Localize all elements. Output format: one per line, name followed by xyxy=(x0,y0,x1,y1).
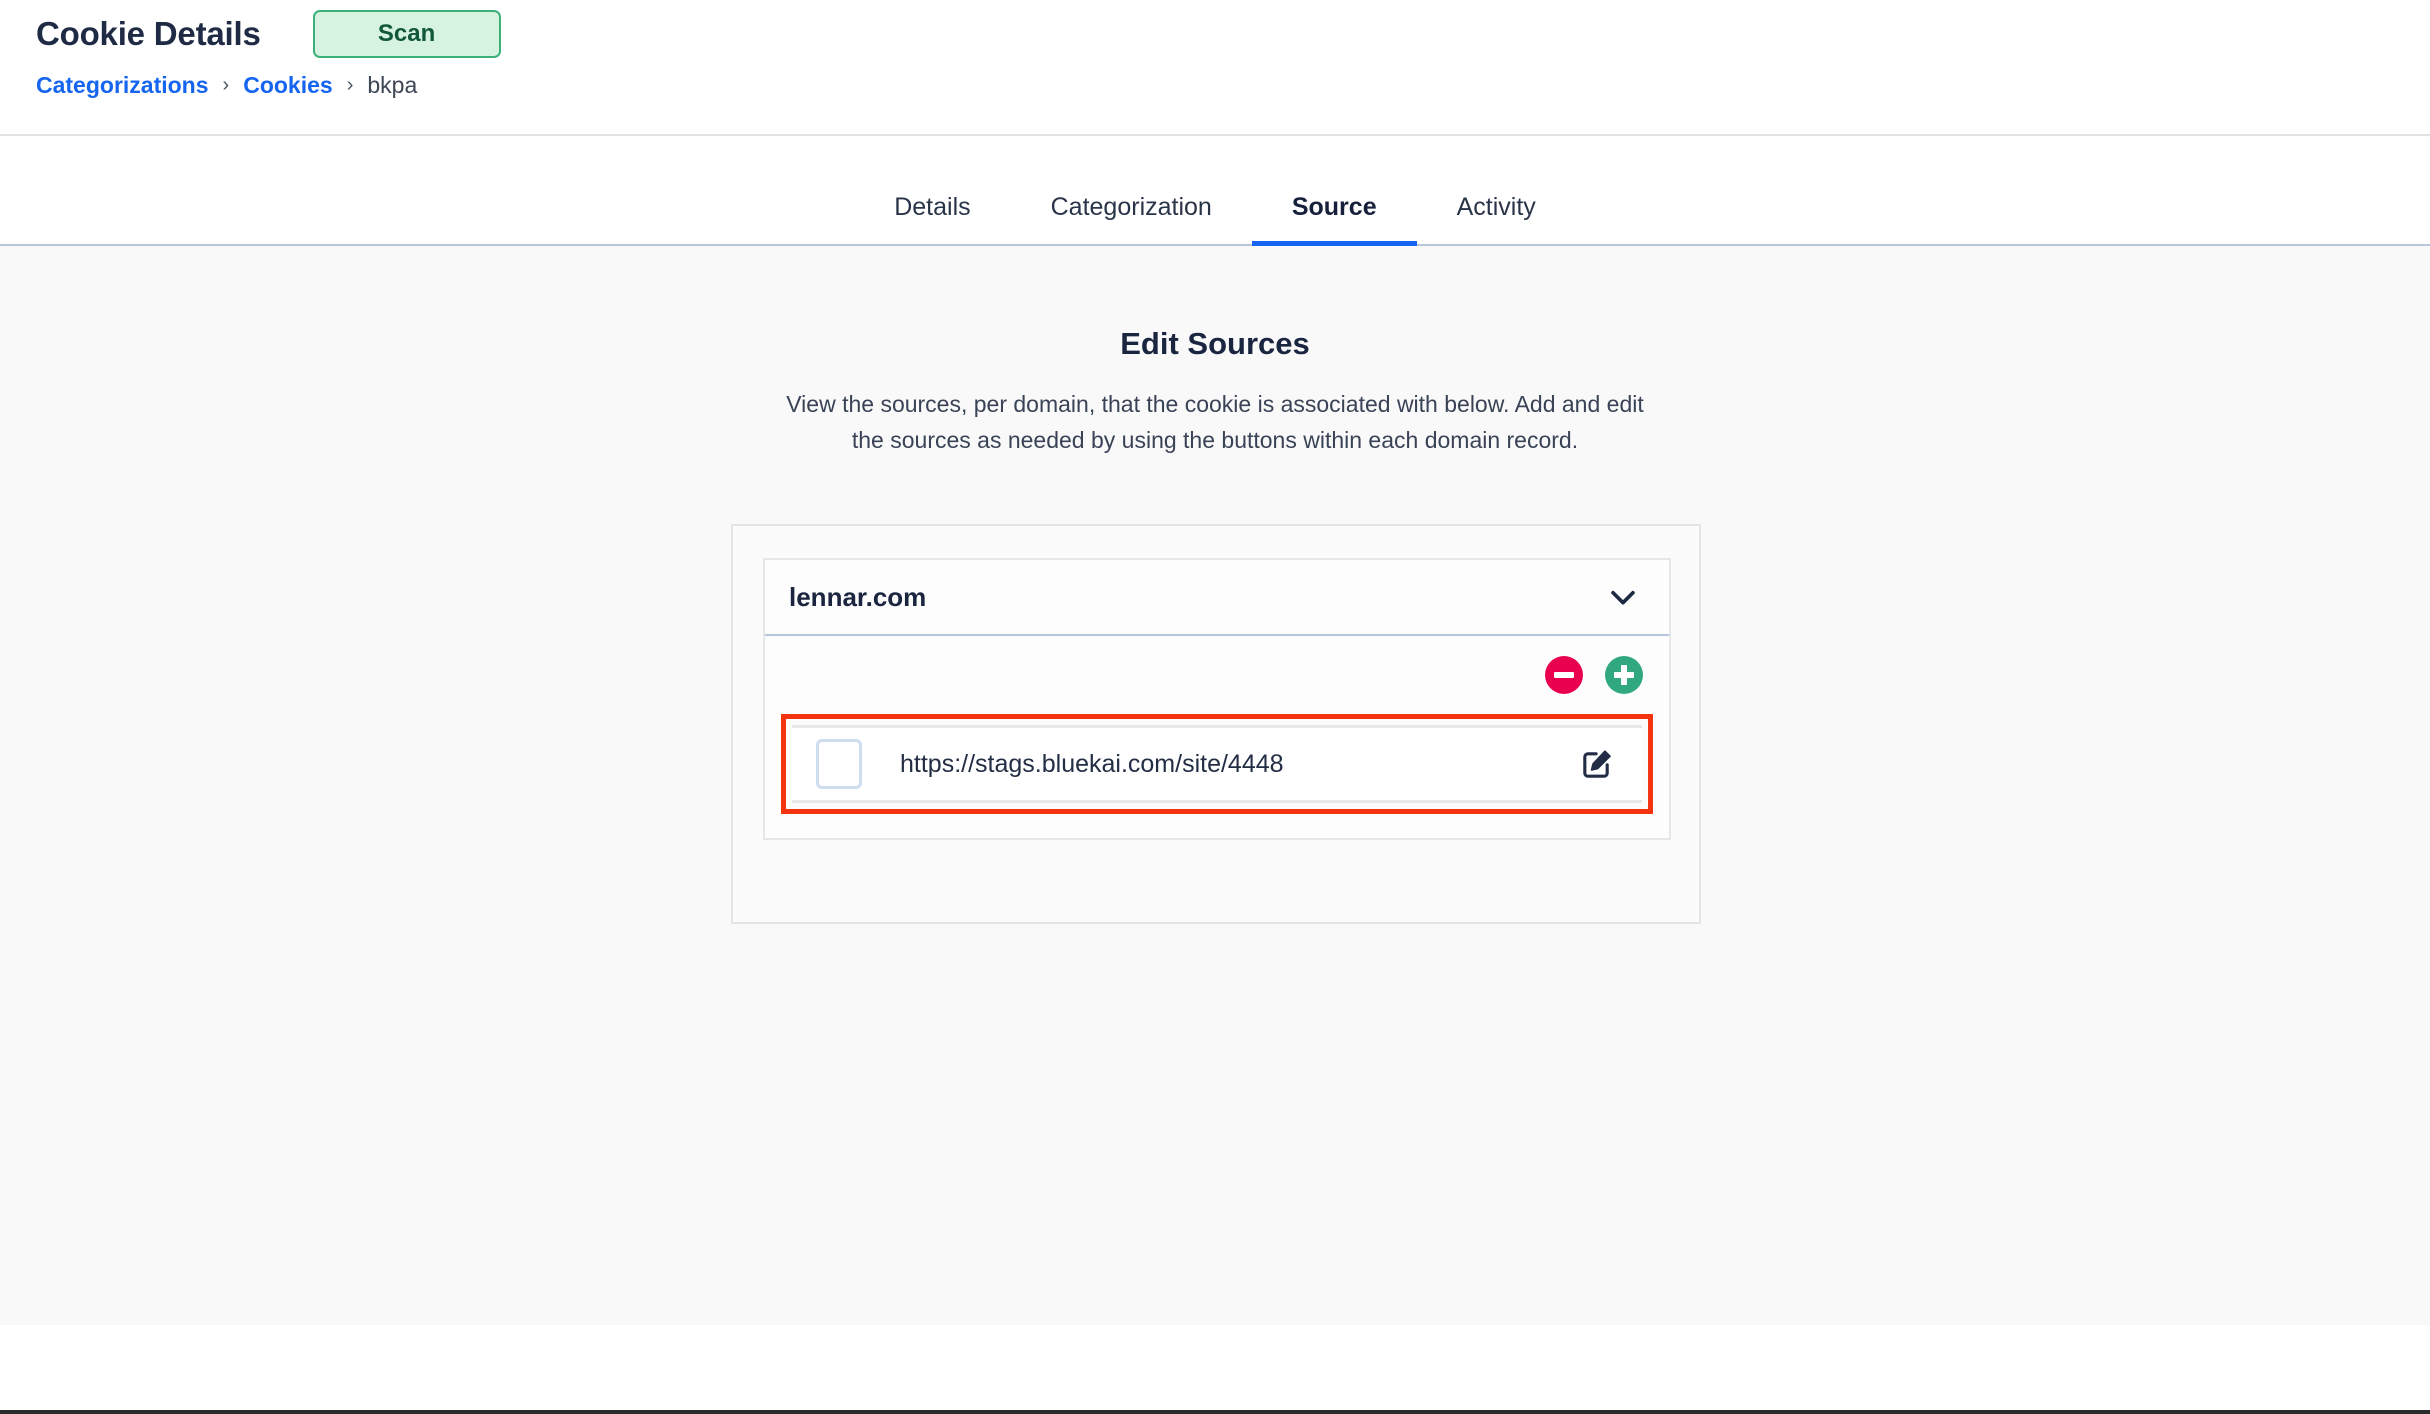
edit-pencil-icon[interactable] xyxy=(1578,745,1616,783)
minus-glyph xyxy=(1554,672,1574,678)
page-title: Cookie Details xyxy=(36,15,261,52)
breadcrumb-item-current: bkpa xyxy=(367,72,418,98)
window-bottom-edge xyxy=(0,1410,2430,1414)
tab-activity-label: Activity xyxy=(1456,193,1536,221)
breadcrumb-separator-icon: › xyxy=(222,74,230,96)
cookie-details-page: Cookie Details Scan Categorizations › Co… xyxy=(0,0,2430,1414)
domain-body: https://stags.bluekai.com/site/4448 xyxy=(765,636,1669,814)
footer-area xyxy=(0,1325,2430,1412)
minus-circle-icon[interactable] xyxy=(1545,656,1583,694)
sources-card: lennar.com https://stags.bluekai.com/sit… xyxy=(731,524,1701,924)
domain-header[interactable]: lennar.com xyxy=(765,560,1669,636)
chevron-down-icon[interactable] xyxy=(1605,579,1641,615)
source-url: https://stags.bluekai.com/site/4448 xyxy=(900,749,1284,778)
domain-action-row xyxy=(765,636,1669,714)
domain-name: lennar.com xyxy=(789,581,927,612)
highlight-outline: https://stags.bluekai.com/site/4448 xyxy=(781,714,1653,814)
content-area: Edit Sources View the sources, per domai… xyxy=(0,246,2430,1325)
breadcrumb-item-cookies[interactable]: Cookies xyxy=(243,72,332,99)
section-description: View the sources, per domain, that the c… xyxy=(786,391,1644,453)
tab-details-label: Details xyxy=(894,193,971,221)
tab-activity[interactable]: Activity xyxy=(1417,193,1576,244)
tab-categorization[interactable]: Categorization xyxy=(1011,193,1252,244)
tab-source[interactable]: Source xyxy=(1251,193,1417,246)
source-checkbox[interactable] xyxy=(816,739,862,789)
scan-button-label: Scan xyxy=(377,20,436,47)
page-header: Cookie Details Scan Categorizations › Co… xyxy=(0,0,2430,136)
tab-categorization-label: Categorization xyxy=(1050,193,1212,221)
plus-glyph-vertical xyxy=(1621,665,1627,685)
scan-button[interactable]: Scan xyxy=(312,10,501,58)
header-title-row: Cookie Details Scan xyxy=(36,10,501,58)
breadcrumb-item-categorizations[interactable]: Categorizations xyxy=(36,72,209,99)
source-list-item[interactable]: https://stags.bluekai.com/site/4448 xyxy=(792,725,1642,803)
domain-record-card: lennar.com https://stags.bluekai.com/sit… xyxy=(763,558,1671,840)
tab-bar: Details Categorization Source Activity xyxy=(0,138,2430,246)
tab-list: Details Categorization Source Activity xyxy=(0,138,2430,246)
tab-details[interactable]: Details xyxy=(854,193,1010,244)
breadcrumb-separator-icon: › xyxy=(346,74,354,96)
breadcrumb: Categorizations › Cookies › bkpa xyxy=(36,72,417,99)
section-title: Edit Sources xyxy=(1120,326,1310,361)
tab-source-label: Source xyxy=(1291,193,1377,221)
plus-circle-icon[interactable] xyxy=(1605,656,1643,694)
